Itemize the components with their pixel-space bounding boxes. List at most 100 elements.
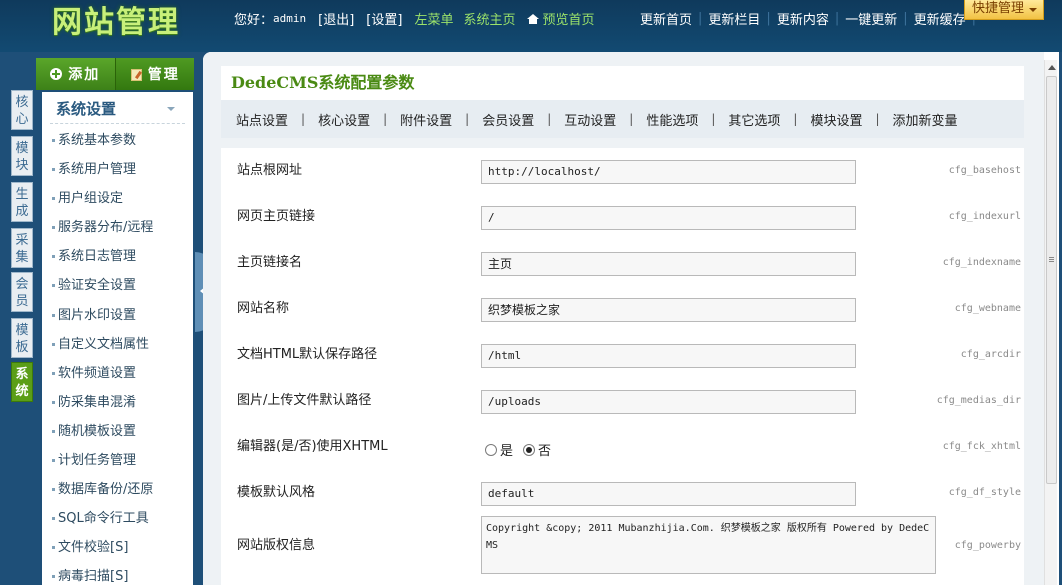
variable-name: cfg_arcdir: [960, 349, 1021, 360]
field-label: 编辑器(是/否)使用XHTML: [237, 439, 388, 454]
collapse-arrow-icon: [167, 107, 175, 111]
sidebar-item-software-channel[interactable]: 软件频道设置: [42, 359, 193, 388]
form-row: 模板默认风格 default cfg_df_style: [221, 470, 1024, 516]
tab-other-options[interactable]: 其它选项: [728, 110, 780, 129]
tab-collect[interactable]: 采集: [11, 228, 33, 268]
quick-manage-dropdown[interactable]: 快捷管理: [964, 0, 1044, 20]
radio-yes-label: 是: [500, 444, 514, 459]
tab-attachment-settings[interactable]: 附件设置: [400, 110, 452, 129]
settings-link[interactable]: [设置]: [366, 9, 402, 28]
sidebar-item-random-template[interactable]: 随机模板设置: [42, 417, 193, 446]
df-style-input[interactable]: default: [481, 482, 856, 506]
main-content: DedeCMS系统配置参数 站点设置 | 核心设置 | 附件设置 | 会员设置 | 互动…: [203, 52, 1044, 585]
sidebar-section-title[interactable]: 系统设置: [50, 92, 185, 124]
tab-module-settings[interactable]: 模块设置: [810, 110, 862, 129]
sidebar-item-server-remote[interactable]: 服务器分布/远程: [42, 213, 193, 242]
vertical-scrollbar[interactable]: [1044, 60, 1057, 585]
tab-system[interactable]: 系统: [11, 362, 33, 402]
field-label: 站点根网址: [237, 163, 303, 178]
sidebar-item-basic-params[interactable]: 系统基本参数: [42, 126, 193, 155]
sidebar-item-file-check[interactable]: 文件校验[S]: [42, 533, 193, 562]
sidebar-item-watermark[interactable]: 图片水印设置: [42, 301, 193, 330]
left-menu-link[interactable]: 左菜单: [414, 9, 453, 28]
tab-interaction-settings[interactable]: 互动设置: [564, 110, 616, 129]
scrollbar-thumb[interactable]: [1046, 76, 1057, 484]
update-columns-link[interactable]: 更新栏目: [702, 9, 766, 28]
update-content-link[interactable]: 更新内容: [771, 9, 835, 28]
field-label: 文档HTML默认保存路径: [237, 347, 378, 362]
field-label: 网站名称: [237, 301, 290, 316]
form-row: 网站版权信息 Copyright &copy; 2011 Mubanzhijia…: [221, 516, 1024, 576]
app-window: 网站管理 您好： admin [退出] [设置] 左菜单 系统主页 预览首页 更…: [0, 0, 1062, 585]
field-label: 图片/上传文件默认路径: [237, 393, 372, 408]
variable-name: cfg_basehost: [948, 165, 1021, 176]
tab-member-settings[interactable]: 会员设置: [482, 110, 534, 129]
preview-home-link[interactable]: 预览首页: [542, 9, 594, 28]
sidebar-item-sql-tool[interactable]: SQL命令行工具: [42, 504, 193, 533]
manage-button-label: 管理: [147, 67, 180, 83]
user-nav: 您好： admin [退出] [设置] 左菜单 系统主页 预览首页: [234, 0, 595, 36]
scroll-up-icon[interactable]: [1048, 65, 1056, 70]
powerby-textarea[interactable]: Copyright &copy; 2011 Mubanzhijia.Com. 织…: [481, 516, 936, 574]
sidebar-item-custom-attrs[interactable]: 自定义文档属性: [42, 330, 193, 359]
tab-templates[interactable]: 模板: [11, 318, 33, 358]
manage-button[interactable]: 管理: [115, 58, 194, 90]
one-click-update-link[interactable]: 一键更新: [839, 9, 903, 28]
module-tabs: 核心 模块 生成 采集 会员 模板 系统: [0, 52, 36, 585]
sidebar-item-scheduled-tasks[interactable]: 计划任务管理: [42, 446, 193, 475]
tab-members[interactable]: 会员: [11, 272, 33, 312]
sidebar-item-virus-scan[interactable]: 病毒扫描[S]: [42, 562, 193, 585]
variable-name: cfg_medias_dir: [936, 395, 1021, 406]
update-homepage-link[interactable]: 更新首页: [634, 9, 698, 28]
medias-dir-input[interactable]: /uploads: [481, 390, 856, 414]
site-logo: 网站管理: [52, 5, 180, 40]
config-form: 站点根网址 http://localhost/ cfg_basehost 网页主…: [221, 148, 1024, 585]
logout-link[interactable]: [退出]: [318, 9, 354, 28]
variable-name: cfg_indexname: [942, 257, 1021, 268]
indexname-input[interactable]: 主页: [481, 252, 856, 276]
sidebar-item-system-log[interactable]: 系统日志管理: [42, 242, 193, 271]
field-label: 主页链接名: [237, 255, 303, 270]
tab-add-variable[interactable]: 添加新变量: [893, 110, 958, 129]
variable-name: cfg_powerby: [954, 540, 1021, 551]
form-row: 主页链接名 主页 cfg_indexname: [221, 240, 1024, 286]
update-nav: 更新首页| 更新栏目| 更新内容| 一键更新| 更新缓存|: [634, 0, 976, 36]
form-row: 网页主页链接 / cfg_indexurl: [221, 194, 1024, 240]
sidebar-item-security[interactable]: 验证安全设置: [42, 271, 193, 300]
username: admin: [273, 11, 307, 25]
tab-modules[interactable]: 模块: [11, 136, 33, 176]
tab-performance[interactable]: 性能选项: [646, 110, 698, 129]
variable-name: cfg_webname: [954, 303, 1021, 314]
sidebar-item-anti-collect[interactable]: 防采集串混淆: [42, 388, 193, 417]
form-row: 图片/上传文件默认路径 /uploads cfg_medias_dir: [221, 378, 1024, 424]
sidebar-item-db-backup[interactable]: 数据库备份/还原: [42, 475, 193, 504]
arcdir-input[interactable]: /html: [481, 344, 856, 368]
indexurl-input[interactable]: /: [481, 206, 856, 230]
chevron-down-icon: [1029, 8, 1037, 12]
sidebar-item-user-groups[interactable]: 用户组设定: [42, 184, 193, 213]
variable-name: cfg_df_style: [948, 487, 1021, 498]
basehost-input[interactable]: http://localhost/: [481, 160, 856, 184]
update-cache-link[interactable]: 更新缓存: [908, 9, 972, 28]
sidebar-menu: 系统基本参数 系统用户管理 用户组设定 服务器分布/远程 系统日志管理 验证安全…: [42, 126, 193, 585]
plus-icon: [50, 68, 63, 80]
radio-no-label: 否: [538, 444, 552, 459]
tab-core[interactable]: 核心: [11, 90, 33, 130]
radio-no[interactable]: [523, 443, 536, 456]
webname-input[interactable]: 织梦模板之家: [481, 298, 856, 322]
tab-generate[interactable]: 生成: [11, 182, 33, 222]
system-home-link[interactable]: 系统主页: [463, 9, 515, 28]
add-button[interactable]: 添加: [36, 58, 116, 90]
greeting-label: 您好：: [234, 12, 274, 28]
sidebar-item-user-manage[interactable]: 系统用户管理: [42, 155, 193, 184]
form-row: 网站名称 织梦模板之家 cfg_webname: [221, 286, 1024, 332]
form-row: 编辑器(是/否)使用XHTML 是 否 cfg_fck_xhtml: [221, 424, 1024, 470]
config-tabs: 站点设置 | 核心设置 | 附件设置 | 会员设置 | 互动设置 | 性能选项 | 其它选项…: [221, 100, 1024, 138]
variable-name: cfg_fck_xhtml: [942, 441, 1021, 452]
quick-manage-label: 快捷管理: [972, 1, 1025, 16]
main-panel: DedeCMS系统配置参数 站点设置 | 核心设置 | 附件设置 | 会员设置 | 互动…: [203, 52, 1059, 585]
form-row: 文档HTML默认保存路径 /html cfg_arcdir: [221, 332, 1024, 378]
tab-core-settings[interactable]: 核心设置: [318, 110, 370, 129]
tab-site-settings[interactable]: 站点设置: [236, 110, 288, 129]
radio-yes[interactable]: [485, 443, 497, 456]
